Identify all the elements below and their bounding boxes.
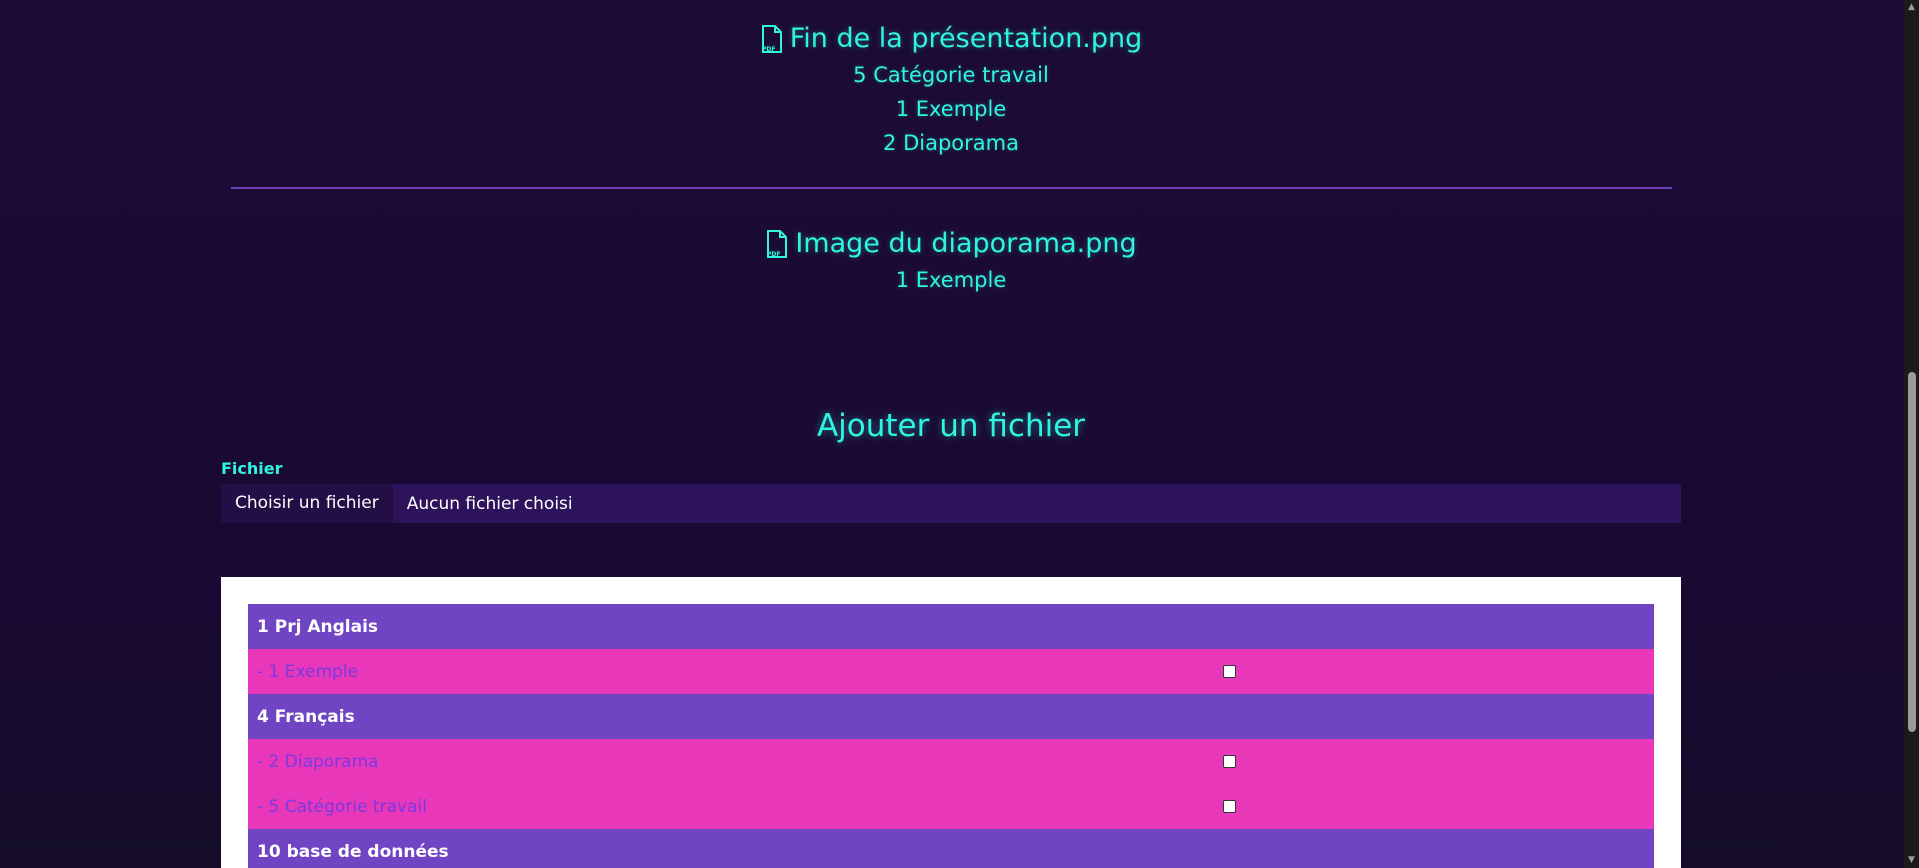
subcategory-row: - 1 Exemple [248,649,1654,694]
file-category: 5 Catégorie travail [853,63,1049,87]
category-table-panel: 1 Prj Anglais - 1 Exemple 4 Français - 2 Di… [221,577,1681,868]
category-row: 1 Prj Anglais [248,604,1654,649]
svg-text:PDF: PDF [767,251,780,258]
category-row: 10 base de données [248,829,1654,868]
file-title[interactable]: PDF Fin de la présentation.png [221,21,1681,57]
checkbox-cell [1223,649,1654,694]
subcategory-checkbox[interactable] [1223,665,1236,678]
vertical-scrollbar[interactable]: ▲ ▼ [1904,0,1919,868]
svg-text:PDF: PDF [762,46,775,53]
file-entry: PDF Image du diaporama.png 1 Exemple [221,205,1681,297]
category-label: 1 Prj Anglais [248,604,1654,649]
subcategory-label: - 2 Diaporama [248,739,1223,784]
checkbox-cell [1223,784,1654,829]
file-input[interactable]: Choisir un fichier Aucun fichier choisi [221,484,1681,523]
file-status-text: Aucun fichier choisi [406,493,573,514]
file-field-label: Fichier [221,459,283,478]
subcategory-label: - 5 Catégorie travail [248,784,1223,829]
file-entry: PDF Fin de la présentation.png 5 Catégor… [221,0,1681,160]
file-title[interactable]: PDF Image du diaporama.png [221,226,1681,262]
subcategory-checkbox[interactable] [1223,755,1236,768]
pdf-file-icon: PDF [765,230,789,258]
scrollbar-thumb[interactable] [1908,372,1916,732]
subcategory-row: - 2 Diaporama [248,739,1654,784]
file-category: 2 Diaporama [883,131,1019,155]
upload-section-title: Ajouter un fichier [816,408,1086,444]
scroll-down-icon[interactable]: ▼ [1904,853,1919,868]
subcategory-checkbox[interactable] [1223,800,1236,813]
divider [231,187,1672,189]
choose-file-button[interactable]: Choisir un fichier [221,484,393,523]
scroll-up-icon[interactable]: ▲ [1904,0,1919,15]
page: PDF Fin de la présentation.png 5 Catégor… [0,0,1919,868]
pdf-file-icon: PDF [760,25,784,53]
category-row: 4 Français [248,694,1654,739]
category-label: 4 Français [248,694,1654,739]
category-label: 10 base de données [248,829,1654,868]
file-name: Image du diaporama.png [795,228,1137,259]
subcategory-label: - 1 Exemple [248,649,1223,694]
file-category: 1 Exemple [895,97,1007,121]
file-category: 1 Exemple [895,268,1007,292]
category-table: 1 Prj Anglais - 1 Exemple 4 Français - 2 Di… [248,604,1654,868]
checkbox-cell [1223,739,1654,784]
subcategory-row: - 5 Catégorie travail [248,784,1654,829]
file-name: Fin de la présentation.png [789,23,1143,54]
